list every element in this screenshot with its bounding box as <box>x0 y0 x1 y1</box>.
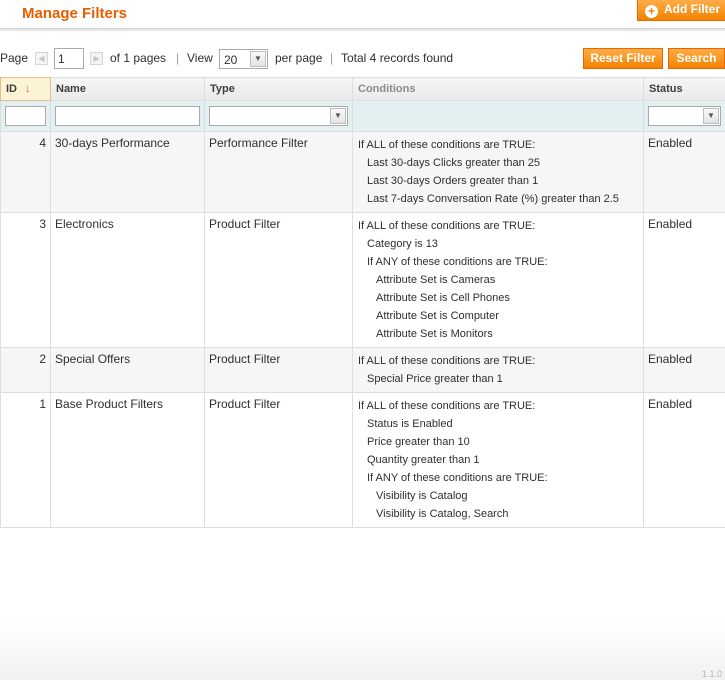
per-page-label: per page <box>275 51 323 65</box>
filter-cell-id <box>0 100 51 132</box>
condition-line: Last 30-days Orders greater than 1 <box>367 175 539 187</box>
condition-line: Quantity greater than 1 <box>367 454 480 466</box>
row-conditions: If ALL of these conditions are TRUE: Stat… <box>352 392 644 528</box>
chevron-down-icon: ▼ <box>703 108 719 124</box>
filter-cell-status: ▼ <box>643 100 725 132</box>
view-label: View <box>187 51 213 65</box>
condition-line: Last 30-days Clicks greater than 25 <box>367 157 541 169</box>
header-divider <box>0 28 725 31</box>
grid-header-row: ID ↓ Name Type Conditions Status <box>0 77 725 101</box>
condition-line: Last 7-days Conversation Rate (%) greate… <box>367 193 619 205</box>
page-count: of 1 pages <box>110 51 167 65</box>
add-filter-label: Add Filter <box>664 2 720 16</box>
condition-line: If ALL of these conditions are TRUE: <box>358 220 536 232</box>
name-filter-input[interactable] <box>55 106 200 126</box>
row-conditions: If ALL of these conditions are TRUE: Spec… <box>352 347 644 393</box>
column-header-status[interactable]: Status <box>643 77 725 101</box>
condition-line: Attribute Set is Cell Phones <box>376 292 510 304</box>
row-name: Base Product Filters <box>50 392 205 528</box>
condition-line: Attribute Set is Computer <box>376 310 499 322</box>
condition-line: Visibility is Catalog, Search <box>376 508 509 520</box>
row-name: Special Offers <box>50 347 205 393</box>
row-id: 2 <box>0 347 51 393</box>
row-status: Enabled <box>643 392 725 528</box>
grid-body: 4 30-days Performance Performance Filter If… <box>0 131 725 528</box>
condition-line: If ANY of these conditions are TRUE: <box>367 472 548 484</box>
filter-cell-name <box>50 100 205 132</box>
table-row[interactable]: 1 Base Product Filters Product Filter If AL… <box>0 392 725 528</box>
filter-cell-type: ▼ <box>204 100 353 132</box>
condition-line: If ALL of these conditions are TRUE: <box>358 400 536 412</box>
row-name: 30-days Performance <box>50 131 205 213</box>
chevron-down-icon: ▼ <box>250 51 266 67</box>
condition-line: Special Price greater than 1 <box>367 373 503 385</box>
table-row[interactable]: 4 30-days Performance Performance Filter If… <box>0 131 725 213</box>
filters-grid: ID ↓ Name Type Conditions Status ▼ ▼ 4 30-… <box>0 77 725 528</box>
condition-line: If ALL of these conditions are TRUE: <box>358 355 536 367</box>
row-status: Enabled <box>643 212 725 348</box>
reset-filter-button[interactable]: Reset Filter <box>583 48 663 69</box>
next-page-icon[interactable]: ▶ <box>90 52 103 65</box>
page-number-input[interactable] <box>54 48 84 69</box>
condition-line: Visibility is Catalog <box>376 490 468 502</box>
pager-separator: | <box>176 51 180 65</box>
condition-line: If ALL of these conditions are TRUE: <box>358 139 536 151</box>
row-id: 4 <box>0 131 51 213</box>
chevron-down-icon: ▼ <box>330 108 346 124</box>
row-id: 3 <box>0 212 51 348</box>
row-type: Performance Filter <box>204 131 353 213</box>
id-filter-input[interactable] <box>5 106 46 126</box>
records-count: Total 4 records found <box>341 51 454 65</box>
type-filter-select[interactable]: ▼ <box>209 106 348 126</box>
condition-line: Status is Enabled <box>367 418 453 430</box>
previous-page-icon[interactable]: ◀ <box>35 52 48 65</box>
version-label: 1.1.0 <box>701 669 722 679</box>
grid-filter-row: ▼ ▼ <box>0 100 725 132</box>
row-status: Enabled <box>643 347 725 393</box>
row-conditions: If ALL of these conditions are TRUE: Last… <box>352 131 644 213</box>
per-page-select[interactable]: 20 ▼ <box>219 49 268 69</box>
row-type: Product Filter <box>204 392 353 528</box>
row-id: 1 <box>0 392 51 528</box>
row-type: Product Filter <box>204 212 353 348</box>
page-title: Manage Filters <box>22 5 128 22</box>
page-header: Manage Filters + Add Filter <box>0 0 725 32</box>
row-conditions: If ALL of these conditions are TRUE: Cate… <box>352 212 644 348</box>
column-label: ID <box>6 83 17 95</box>
sort-arrow-icon: ↓ <box>25 83 31 95</box>
add-filter-button[interactable]: + Add Filter <box>637 0 725 21</box>
row-status: Enabled <box>643 131 725 213</box>
table-row[interactable]: 2 Special Offers Product Filter If ALL of t… <box>0 347 725 393</box>
plus-icon: + <box>645 5 658 18</box>
column-header-id[interactable]: ID ↓ <box>0 77 51 101</box>
condition-line: If ANY of these conditions are TRUE: <box>367 256 548 268</box>
filter-cell-conditions <box>352 100 644 132</box>
condition-line: Price greater than 10 <box>367 436 470 448</box>
search-button[interactable]: Search <box>668 48 725 69</box>
page-label: Page <box>0 51 29 65</box>
row-name: Electronics <box>50 212 205 348</box>
column-header-name[interactable]: Name <box>50 77 205 101</box>
per-page-value: 20 <box>224 53 238 67</box>
pager-separator: | <box>330 51 334 65</box>
condition-line: Attribute Set is Cameras <box>376 274 496 286</box>
column-header-type[interactable]: Type <box>204 77 353 101</box>
status-filter-select[interactable]: ▼ <box>648 106 721 126</box>
page-background <box>0 620 725 680</box>
column-header-conditions: Conditions <box>352 77 644 101</box>
condition-line: Category is 13 <box>367 238 438 250</box>
row-type: Product Filter <box>204 347 353 393</box>
table-row[interactable]: 3 Electronics Product Filter If ALL of thes… <box>0 212 725 348</box>
condition-line: Attribute Set is Monitors <box>376 328 493 340</box>
